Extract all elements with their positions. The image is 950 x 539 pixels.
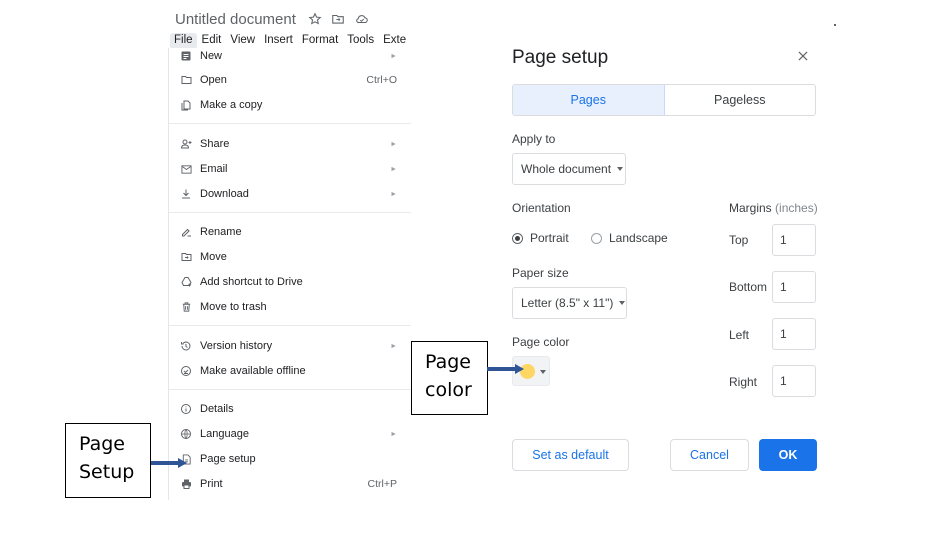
cancel-button[interactable]: Cancel: [670, 439, 749, 471]
menu-item-page-setup[interactable]: Page setup: [169, 448, 411, 470]
offline-icon: [179, 364, 193, 378]
stray-mark: [834, 24, 836, 26]
shortcut-label: Ctrl+O: [366, 74, 397, 86]
dropdown-caret-icon: [619, 301, 626, 305]
annotation-page-color: Page color: [411, 341, 488, 415]
radio-button-selected[interactable]: [512, 232, 523, 244]
globe-icon: [179, 427, 193, 441]
trash-icon: [179, 300, 193, 314]
menu-item-open[interactable]: Open Ctrl+O: [169, 69, 411, 91]
menu-tools[interactable]: Tools: [343, 33, 378, 49]
move-folder-icon: [179, 250, 193, 264]
submenu-arrow-icon: ►: [390, 52, 397, 60]
submenu-arrow-icon: ►: [390, 140, 397, 148]
margin-bottom-label: Bottom: [729, 280, 768, 294]
margin-left-label: Left: [729, 328, 750, 342]
person-add-icon: [179, 137, 193, 151]
annotation-arrow: [487, 367, 516, 371]
menu-insert[interactable]: Insert: [260, 33, 297, 49]
menu-item-print[interactable]: Print Ctrl+P: [169, 473, 411, 495]
ok-button[interactable]: OK: [759, 439, 817, 471]
submenu-arrow-icon: ►: [390, 165, 397, 173]
move-to-folder-icon[interactable]: [331, 12, 345, 26]
arrow-head-icon: [515, 364, 524, 374]
rename-icon: [179, 225, 193, 239]
menu-item-language[interactable]: Language ►: [169, 423, 411, 445]
margin-right-input[interactable]: 1: [772, 365, 816, 397]
arrow-head-icon: [178, 458, 187, 468]
paper-size-label: Paper size: [512, 266, 569, 280]
annotation-page-setup: Page Setup: [65, 423, 151, 498]
radio-landscape[interactable]: Landscape: [591, 231, 668, 245]
copy-icon: [179, 98, 193, 112]
dropdown-caret-icon: [617, 167, 624, 171]
dialog-title: Page setup: [512, 47, 609, 68]
menu-item-details[interactable]: Details: [169, 398, 411, 420]
menu-item-add-shortcut[interactable]: Add shortcut to Drive: [169, 271, 411, 293]
menu-item-move-to-trash[interactable]: Move to trash: [169, 296, 411, 318]
menu-extensions[interactable]: Exte: [379, 33, 410, 49]
tab-pageless[interactable]: Pageless: [665, 85, 816, 115]
menu-item-version-history[interactable]: Version history ►: [169, 335, 411, 357]
page-mode-toggle: Pages Pageless: [512, 84, 816, 116]
print-icon: [179, 477, 193, 491]
menu-view[interactable]: View: [226, 33, 259, 49]
apply-to-select[interactable]: Whole document: [512, 153, 626, 185]
radio-portrait[interactable]: Portrait: [512, 231, 569, 245]
menu-divider: [169, 212, 411, 213]
menu-divider: [169, 389, 411, 390]
apply-to-label: Apply to: [512, 132, 556, 146]
dropdown-caret-icon: [540, 370, 546, 374]
set-as-default-button[interactable]: Set as default: [512, 439, 629, 471]
menu-format[interactable]: Format: [298, 33, 342, 49]
menu-item-new[interactable]: New ►: [169, 48, 411, 67]
menu-item-make-a-copy[interactable]: Make a copy: [169, 94, 411, 116]
file-menu: New ► Open Ctrl+O Make a copy Share ► Em…: [168, 48, 411, 500]
menu-item-move[interactable]: Move: [169, 246, 411, 268]
paper-size-select[interactable]: Letter (8.5" x 11"): [512, 287, 627, 319]
annotation-arrow: [151, 461, 179, 465]
orientation-label: Orientation: [512, 201, 571, 215]
menu-divider: [169, 123, 411, 124]
menu-item-share[interactable]: Share ►: [169, 133, 411, 155]
tab-pages[interactable]: Pages: [513, 85, 665, 115]
history-icon: [179, 339, 193, 353]
radio-button[interactable]: [591, 232, 602, 244]
menu-item-email[interactable]: Email ►: [169, 158, 411, 180]
menu-edit[interactable]: Edit: [198, 33, 226, 49]
margin-bottom-input[interactable]: 1: [772, 271, 816, 303]
margin-left-input[interactable]: 1: [772, 318, 816, 350]
submenu-arrow-icon: ►: [390, 430, 397, 438]
submenu-arrow-icon: ►: [390, 342, 397, 350]
margins-label: Margins (inches): [729, 201, 818, 215]
shortcut-label: Ctrl+P: [367, 478, 397, 490]
folder-icon: [179, 73, 193, 87]
cloud-status-icon[interactable]: [355, 12, 369, 26]
menu-item-download[interactable]: Download ►: [169, 183, 411, 205]
document-title[interactable]: Untitled document: [175, 11, 296, 28]
menu-file[interactable]: File: [170, 33, 197, 49]
margin-top-input[interactable]: 1: [772, 224, 816, 256]
page-color-label: Page color: [512, 335, 570, 349]
menu-item-rename[interactable]: Rename: [169, 221, 411, 243]
submenu-arrow-icon: ►: [390, 190, 397, 198]
margin-right-label: Right: [729, 375, 758, 389]
margin-top-label: Top: [729, 233, 749, 247]
download-icon: [179, 187, 193, 201]
drive-shortcut-icon: [179, 275, 193, 289]
star-icon[interactable]: [308, 12, 322, 26]
mail-icon: [179, 162, 193, 176]
document-icon: [179, 49, 193, 63]
close-icon[interactable]: [796, 49, 810, 63]
info-icon: [179, 402, 193, 416]
menu-divider: [169, 325, 411, 326]
menu-item-make-available-offline[interactable]: Make available offline: [169, 360, 411, 382]
